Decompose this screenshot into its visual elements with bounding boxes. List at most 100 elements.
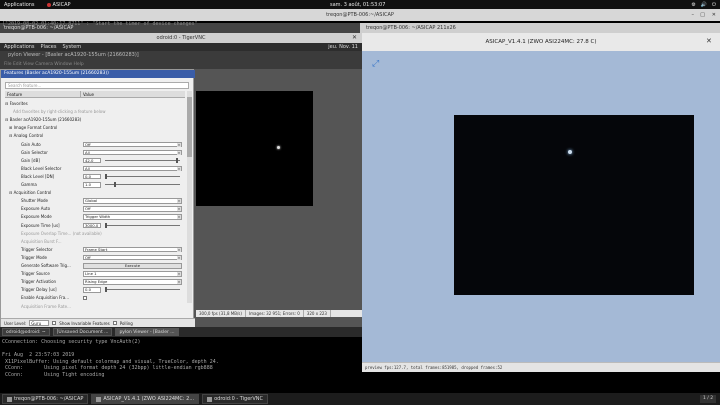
menu-applications[interactable]: Applications <box>4 44 35 50</box>
pylon-menubar[interactable]: File Edit View Camera Window Help <box>0 60 362 69</box>
settings-icon[interactable]: ⚙ <box>691 2 695 8</box>
asicap-close-icon[interactable]: ✕ <box>706 37 712 45</box>
feature-row[interactable]: Generate Software Trig... Execute <box>5 262 185 269</box>
feature-row[interactable]: Shutter Mode Global ▾ <box>5 197 185 204</box>
feature-row[interactable]: Gain [dB] 42.0 <box>5 157 185 164</box>
scroll-thumb[interactable] <box>187 97 192 157</box>
feature-row[interactable]: Acquisition Frame Rate... <box>5 303 185 310</box>
feature-row[interactable]: Black Level [DN] 0.0 <box>5 173 185 180</box>
feature-checkbox[interactable] <box>83 295 87 300</box>
workspace-pager[interactable]: 1 / 2 <box>700 395 717 403</box>
system-tray[interactable]: ⚙ 🔊 ⏻ <box>691 2 716 8</box>
slider-thumb[interactable] <box>105 287 107 293</box>
feature-select[interactable]: Global ▾ <box>83 198 182 204</box>
col-feature[interactable]: Feature <box>5 91 81 97</box>
menu-system[interactable]: System <box>62 44 81 50</box>
feature-row[interactable]: Exposure Mode Trigger Width ▾ <box>5 213 185 220</box>
terminal-titlebar[interactable]: treqon@PTB-006:~/ASICAP – □ ✕ <box>0 9 720 21</box>
clock[interactable]: sam. 3 août, 01:53:07 <box>330 2 385 8</box>
task-vnc[interactable]: odroid:0 - TigerVNC <box>202 394 268 404</box>
power-icon[interactable]: ⏻ <box>712 2 716 8</box>
terminal-tab-2[interactable]: treqon@PTB-006: ~/ASICAP 211x26 <box>360 23 720 33</box>
features-title[interactable]: Features (Basler acA1920-155um (21660283… <box>1 70 195 78</box>
feature-row[interactable]: Acquisition Burst F... <box>5 238 185 245</box>
feature-search-input[interactable]: Search feature... <box>5 82 189 89</box>
feature-row[interactable]: Gain Auto Off ▾ <box>5 141 185 148</box>
task-asicap[interactable]: ASICAP_V1.4.1 (ZWO ASI224MC: 2... <box>91 394 200 404</box>
asicap-titlebar[interactable]: ASICAP_V1.4.1 (ZWO ASI224MC: 27.8 C) <box>362 33 720 51</box>
feature-row[interactable]: Add favorites by right-clicking a featur… <box>5 108 185 115</box>
chevron-down-icon[interactable]: ▾ <box>177 207 181 212</box>
chevron-down-icon[interactable]: ▾ <box>177 272 181 277</box>
feature-value-input[interactable]: 0.0 <box>83 287 101 293</box>
feature-value-input[interactable]: 1.0 <box>83 182 101 188</box>
chevron-down-icon[interactable]: ▾ <box>177 166 181 171</box>
feature-row[interactable]: Gain Selector All ▾ <box>5 149 185 156</box>
feature-select[interactable]: Off ▾ <box>83 206 182 212</box>
feature-select[interactable]: Line 1 ▾ <box>83 271 182 277</box>
vnc-task-pylon[interactable]: pylon Viewer - [Basler ... <box>115 328 179 336</box>
feature-row[interactable]: Trigger Source Line 1 ▾ <box>5 270 185 277</box>
applications-menu[interactable]: Applications <box>4 2 35 8</box>
feature-select[interactable]: All ▾ <box>83 149 182 156</box>
feature-row[interactable]: Trigger Mode Off ▾ <box>5 254 185 261</box>
feature-row[interactable]: Exposure Auto Off ▾ <box>5 205 185 212</box>
feature-slider[interactable] <box>105 157 180 163</box>
minimize-icon[interactable]: – <box>692 9 695 21</box>
chevron-down-icon[interactable]: ▾ <box>177 215 181 220</box>
maximize-icon[interactable]: □ <box>700 9 705 21</box>
features-scrollbar[interactable] <box>187 91 192 303</box>
menu-places[interactable]: Places <box>41 44 57 50</box>
feature-select[interactable]: Off ▾ <box>83 254 182 261</box>
user-level-select[interactable]: Guru <box>29 320 50 326</box>
col-value[interactable]: Value <box>81 91 94 97</box>
feature-slider[interactable] <box>105 222 180 228</box>
feature-row[interactable]: Trigger Selector Frame Start ▾ <box>5 246 185 253</box>
feature-value-input[interactable]: 42.0 <box>83 157 101 164</box>
vnc-task-editor[interactable]: [Unsaved Document ... <box>52 328 113 336</box>
feature-row[interactable]: Exposure Time [us] 3000.0 <box>5 222 185 229</box>
feature-select[interactable]: Frame Start ▾ <box>83 246 182 253</box>
feature-row[interactable]: Gamma 1.0 <box>5 181 185 188</box>
feature-row[interactable]: ⊞ Image Format Control <box>5 124 185 131</box>
feature-value-input[interactable]: 3000.0 <box>83 222 101 228</box>
remote-clock[interactable]: jeu. Nov. 11 <box>328 44 362 50</box>
vnc-task-terminal[interactable]: odroid@odroid: ~ <box>2 328 50 336</box>
chevron-down-icon[interactable]: ▾ <box>177 142 181 147</box>
feature-row[interactable]: Trigger Delay [us] 0.0 <box>5 286 185 293</box>
pylon-image-view[interactable] <box>196 91 313 206</box>
polling-checkbox[interactable] <box>112 321 117 325</box>
feature-select[interactable]: Off ▾ <box>83 141 182 147</box>
feature-row[interactable]: Exposure Overlap Time... (not available) <box>5 230 185 237</box>
task-terminal[interactable]: treqon@PTB-006: ~/ASICAP <box>2 394 89 404</box>
feature-select[interactable]: Trigger Width ▾ <box>83 214 182 220</box>
feature-select[interactable]: All ▾ <box>83 165 182 172</box>
vnc-close-icon[interactable]: ✕ <box>352 34 357 41</box>
feature-row[interactable]: ⊟ Favorites <box>5 100 185 107</box>
volume-icon[interactable]: 🔊 <box>701 2 707 8</box>
feature-value-input[interactable]: 0.0 <box>83 173 101 180</box>
feature-row[interactable]: ⊟ Basler acA1920-155um (21660283) <box>5 116 185 123</box>
execute-button[interactable]: Execute <box>83 263 182 269</box>
chevron-down-icon[interactable]: ▾ <box>177 255 181 260</box>
feature-row[interactable]: Black Level Selector All ▾ <box>5 165 185 172</box>
feature-row[interactable]: Trigger Activation Rising Edge ▾ <box>5 278 185 285</box>
vnc-titlebar[interactable]: odroid:0 - TigerVNC <box>0 33 362 43</box>
pylon-titlebar[interactable]: pylon Viewer - [Basler acA1920-155um (21… <box>0 51 362 60</box>
asicap-image-view[interactable] <box>454 115 694 295</box>
chevron-down-icon[interactable]: ▾ <box>177 247 181 252</box>
feature-row[interactable]: ⊟ Acquisition Control <box>5 189 185 196</box>
slider-thumb[interactable] <box>105 173 107 179</box>
feature-slider[interactable] <box>105 182 180 187</box>
show-invisible-checkbox[interactable] <box>52 321 57 325</box>
chevron-down-icon[interactable]: ▾ <box>177 280 181 285</box>
chevron-down-icon[interactable]: ▾ <box>177 199 181 204</box>
feature-slider[interactable] <box>105 287 180 293</box>
chevron-down-icon[interactable]: ▾ <box>177 150 181 155</box>
active-app-menu[interactable]: ASICAP <box>46 2 71 8</box>
slider-thumb[interactable] <box>175 157 178 163</box>
close-icon[interactable]: ✕ <box>712 9 716 21</box>
feature-row[interactable]: ⊟ Analog Control <box>5 132 185 139</box>
slider-thumb[interactable] <box>113 182 116 187</box>
fullscreen-icon[interactable]: ⤢ <box>372 59 379 69</box>
